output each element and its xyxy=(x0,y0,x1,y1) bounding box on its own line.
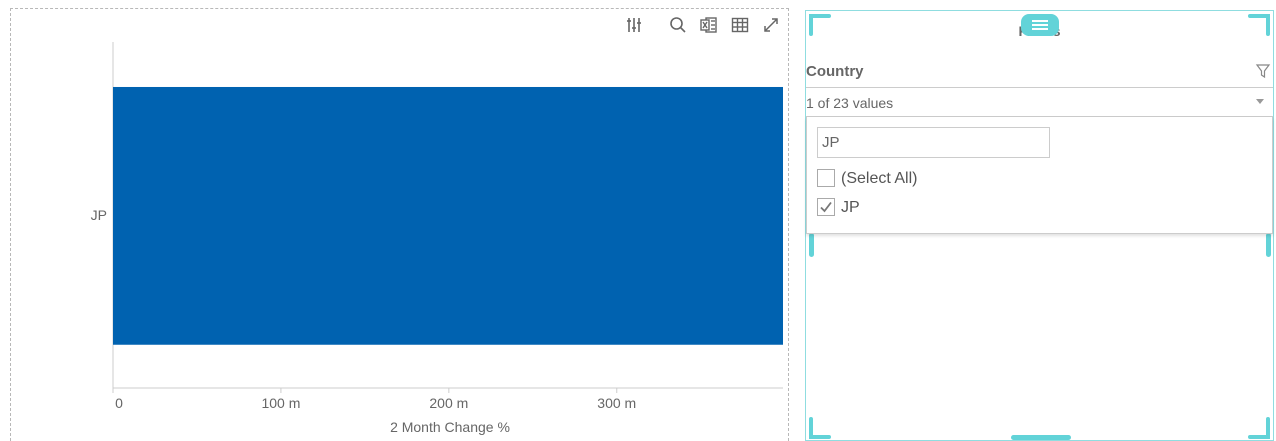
x-tick-label: 300 m xyxy=(597,395,636,411)
x-axis-title: 2 Month Change % xyxy=(390,419,510,435)
chevron-down-icon[interactable] xyxy=(1255,96,1265,106)
checkmark-icon xyxy=(820,201,832,213)
y-tick-label-jp: JP xyxy=(91,207,107,223)
bar-jp[interactable] xyxy=(113,86,783,345)
jp-checkbox[interactable] xyxy=(817,198,835,216)
resize-handle-bottom[interactable] xyxy=(1011,435,1071,440)
select-all-label: (Select All) xyxy=(841,170,918,187)
x-tick-label: 0 xyxy=(115,395,123,411)
country-field-label: Country xyxy=(806,63,864,80)
country-dropdown: (Select All) JP xyxy=(806,117,1273,234)
country-select[interactable]: 1 of 23 values xyxy=(806,87,1273,117)
corner-top-right-icon[interactable] xyxy=(1247,13,1271,37)
corner-top-left-icon[interactable] xyxy=(808,13,832,37)
select-all-checkbox[interactable] xyxy=(817,169,835,187)
country-select-value: 1 of 23 values xyxy=(806,95,894,111)
resize-handle-right[interactable] xyxy=(1266,233,1271,257)
filters-panel: Filters Country 1 of 23 values (Select A… xyxy=(805,10,1274,441)
drag-handle-icon[interactable] xyxy=(1021,14,1059,36)
filter-funnel-icon[interactable] xyxy=(1255,63,1271,79)
country-search-input[interactable] xyxy=(817,127,1050,158)
resize-handle-left[interactable] xyxy=(809,233,814,257)
x-tick-label: 200 m xyxy=(429,395,468,411)
jp-label: JP xyxy=(841,199,860,216)
x-tick-label: 100 m xyxy=(261,395,300,411)
corner-bottom-right-icon[interactable] xyxy=(1247,416,1271,440)
corner-bottom-left-icon[interactable] xyxy=(808,416,832,440)
